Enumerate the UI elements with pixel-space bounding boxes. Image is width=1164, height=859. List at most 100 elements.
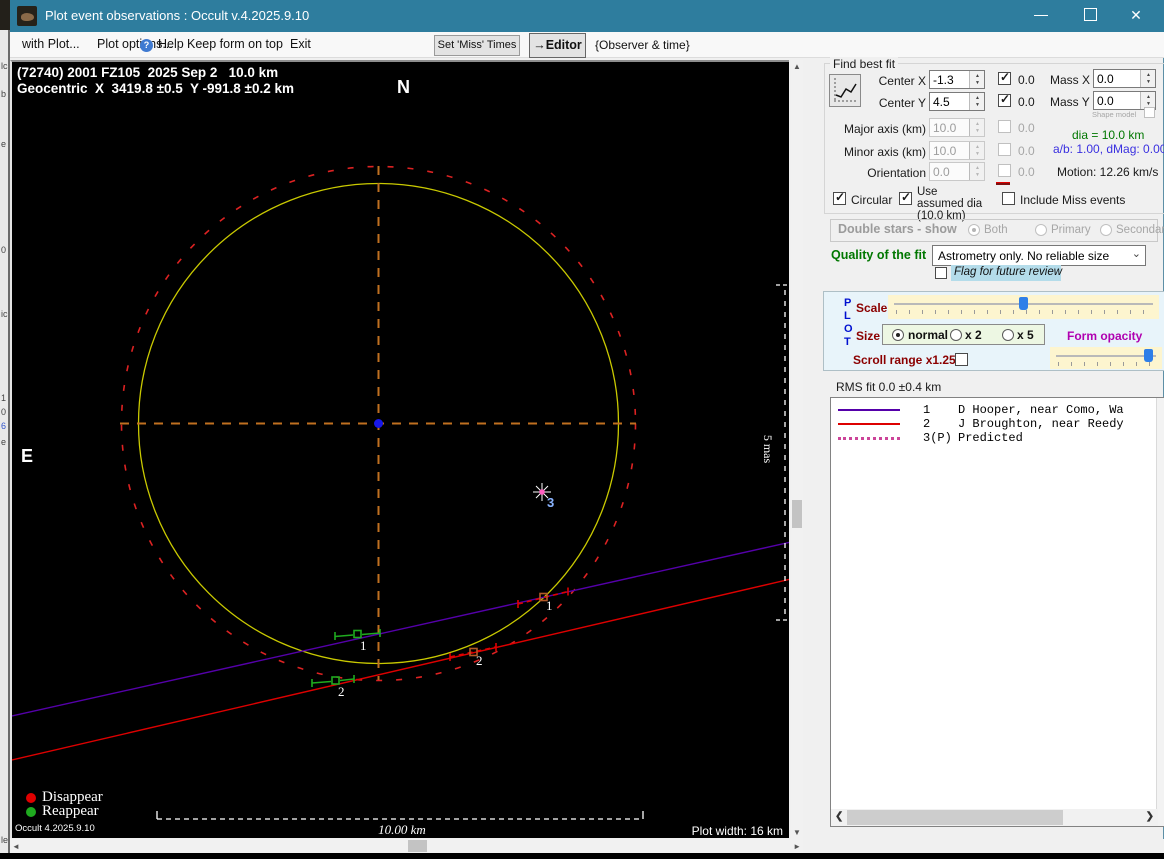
- mass-x-spinner[interactable]: 0.0 ▲▼: [1093, 69, 1156, 88]
- plot-control-panel: P L O T Scale Size normal x 2 x 5 Form o…: [823, 291, 1164, 371]
- menu-with-plot[interactable]: with Plot...: [22, 37, 80, 51]
- orientation-sigma: 0.0: [1018, 165, 1035, 179]
- plot-hscroll-thumb[interactable]: [408, 840, 427, 852]
- flag-review-checkbox[interactable]: [935, 267, 947, 279]
- form-opacity-slider[interactable]: [1050, 347, 1162, 369]
- center-x-checkbox[interactable]: ✓: [998, 72, 1011, 85]
- double-stars-both-radio[interactable]: [968, 224, 980, 236]
- scroll-left-icon[interactable]: ❮: [835, 811, 843, 822]
- ab-dmag-label: a/b: 1.00, dMag: 0.00: [1053, 142, 1164, 156]
- spin-up-icon[interactable]: ▲: [1141, 94, 1156, 100]
- screen: lc b e 0 ic 1 0 6 e le Plot event observ…: [0, 0, 1164, 859]
- major-axis-sigma: 0.0: [1018, 121, 1035, 135]
- quality-of-fit-dropdown[interactable]: Astrometry only. No reliable size ⌄: [932, 245, 1146, 266]
- spin-down-icon[interactable]: ▼: [970, 80, 985, 86]
- menu-help[interactable]: Help: [158, 37, 184, 51]
- maximize-button[interactable]: [1068, 0, 1112, 30]
- observers-list[interactable]: 1 D Hooper, near Como, Wa 2 J Broughton,…: [830, 397, 1164, 827]
- shape-model-checkbox[interactable]: [1144, 107, 1155, 118]
- chevron-down-icon: ⌄: [1132, 247, 1141, 260]
- spin-up-icon[interactable]: ▲: [1141, 72, 1156, 78]
- center-x-label: Center X: [862, 74, 926, 88]
- orientation-spinner: 0.0 ▲▼: [929, 162, 985, 181]
- observers-hscroll-thumb[interactable]: [847, 810, 1063, 825]
- observers-horizontal-scrollbar[interactable]: ❮ ❯: [831, 809, 1158, 826]
- chord1-disappear-label: 1: [546, 598, 553, 613]
- orientation-checkbox[interactable]: [998, 164, 1011, 177]
- menu-exit[interactable]: Exit: [290, 37, 311, 51]
- chord1-line: [12, 542, 789, 716]
- scroll-range-checkbox[interactable]: [955, 353, 968, 366]
- center-y-checkbox[interactable]: ✓: [998, 94, 1011, 107]
- spin-up-icon[interactable]: ▲: [970, 73, 985, 79]
- menu-bar: with Plot... Plot options... ? Help Keep…: [10, 32, 1164, 58]
- size-radio-group: normal x 2 x 5: [882, 324, 1045, 345]
- reappear-dot-icon: [26, 807, 36, 817]
- double-stars-primary-label: Primary: [1051, 224, 1091, 236]
- predicted-line-sample: [838, 437, 900, 440]
- scroll-up-icon[interactable]: ▲: [791, 62, 803, 71]
- mas-scale-bar: [776, 285, 788, 620]
- center-x-spinner[interactable]: -1.3 ▲▼: [929, 70, 985, 89]
- edge-fragment: 0: [1, 246, 10, 255]
- observer-row[interactable]: 2 J Broughton, near Reedy: [831, 417, 1164, 431]
- scroll-range-label: Scroll range x1.25: [853, 353, 956, 367]
- spin-down-icon[interactable]: ▼: [1141, 79, 1156, 85]
- scale-slider[interactable]: [888, 295, 1159, 319]
- set-miss-times-button[interactable]: Set 'Miss' Times: [434, 35, 520, 56]
- include-miss-checkbox[interactable]: [1002, 192, 1015, 205]
- chord2-disappear-label: 2: [476, 653, 483, 668]
- minor-axis-spinner: 10.0 ▲▼: [929, 141, 985, 160]
- help-icon[interactable]: ?: [140, 39, 153, 52]
- plot-vertical-scrollbar[interactable]: ▲ ▼: [791, 60, 803, 839]
- plot-area[interactable]: 1 1 2: [10, 60, 789, 838]
- fit-chart-button[interactable]: [829, 74, 861, 107]
- form-opacity-slider-thumb[interactable]: [1144, 349, 1153, 362]
- scroll-left-icon[interactable]: ◄: [12, 842, 20, 851]
- disappear-dot-icon: [26, 793, 36, 803]
- double-stars-secondary-radio[interactable]: [1100, 224, 1112, 236]
- size-normal-radio[interactable]: [892, 329, 904, 341]
- edge-fragment: lc: [1, 62, 10, 71]
- edge-fragment: 1: [1, 394, 10, 403]
- title-bar[interactable]: Plot event observations : Occult v.4.202…: [10, 0, 1164, 32]
- plot-letter: T: [844, 336, 851, 348]
- editor-button[interactable]: →Editor: [529, 33, 586, 58]
- chord2-reappear-label: 2: [338, 684, 345, 699]
- center-x-sigma: 0.0: [1018, 73, 1035, 87]
- scale-slider-thumb[interactable]: [1019, 297, 1028, 310]
- plot-letter: P: [844, 297, 851, 309]
- center-y-label: Center Y: [862, 96, 926, 110]
- plot-vscroll-thumb[interactable]: [792, 500, 802, 528]
- center-dot: [374, 419, 383, 428]
- app-icon: [17, 6, 37, 26]
- circular-checkbox[interactable]: ✓: [833, 192, 846, 205]
- scroll-down-icon[interactable]: ▼: [791, 828, 803, 837]
- diameter-label: dia = 10.0 km: [1072, 128, 1144, 142]
- plot-header-line1: (72740) 2001 FZ105 2025 Sep 2 10.0 km: [17, 65, 278, 80]
- predicted-star-core: [539, 489, 545, 495]
- minor-axis-checkbox[interactable]: [998, 143, 1011, 156]
- use-assumed-dia-checkbox[interactable]: ✓: [899, 192, 912, 205]
- spin-up-icon[interactable]: ▲: [970, 95, 985, 101]
- observer-row[interactable]: 3(P) Predicted: [831, 431, 1164, 445]
- minimize-button[interactable]: [1019, 0, 1063, 30]
- observers-vertical-scrollbar[interactable]: [1156, 398, 1164, 826]
- menu-keep-form-on-top[interactable]: Keep form on top: [187, 37, 283, 51]
- scale-label: Scale: [856, 301, 887, 315]
- spin-down-icon[interactable]: ▼: [970, 102, 985, 108]
- double-stars-primary-radio[interactable]: [1035, 224, 1047, 236]
- observer-row[interactable]: 1 D Hooper, near Como, Wa: [831, 403, 1164, 417]
- scroll-right-icon[interactable]: ❯: [1146, 811, 1154, 822]
- include-miss-label: Include Miss events: [1020, 193, 1125, 207]
- scroll-right-icon[interactable]: ►: [793, 842, 801, 851]
- close-button[interactable]: ✕: [1114, 0, 1158, 30]
- plot-horizontal-scrollbar[interactable]: ◄ ►: [10, 839, 803, 853]
- size-x5-label: x 5: [1017, 328, 1034, 342]
- size-x5-radio[interactable]: [1002, 329, 1014, 341]
- size-x2-radio[interactable]: [950, 329, 962, 341]
- major-axis-checkbox[interactable]: [998, 120, 1011, 133]
- edge-fragment: e: [1, 140, 10, 149]
- center-y-spinner[interactable]: 4.5 ▲▼: [929, 92, 985, 111]
- quality-of-fit-label: Quality of the fit: [831, 248, 926, 262]
